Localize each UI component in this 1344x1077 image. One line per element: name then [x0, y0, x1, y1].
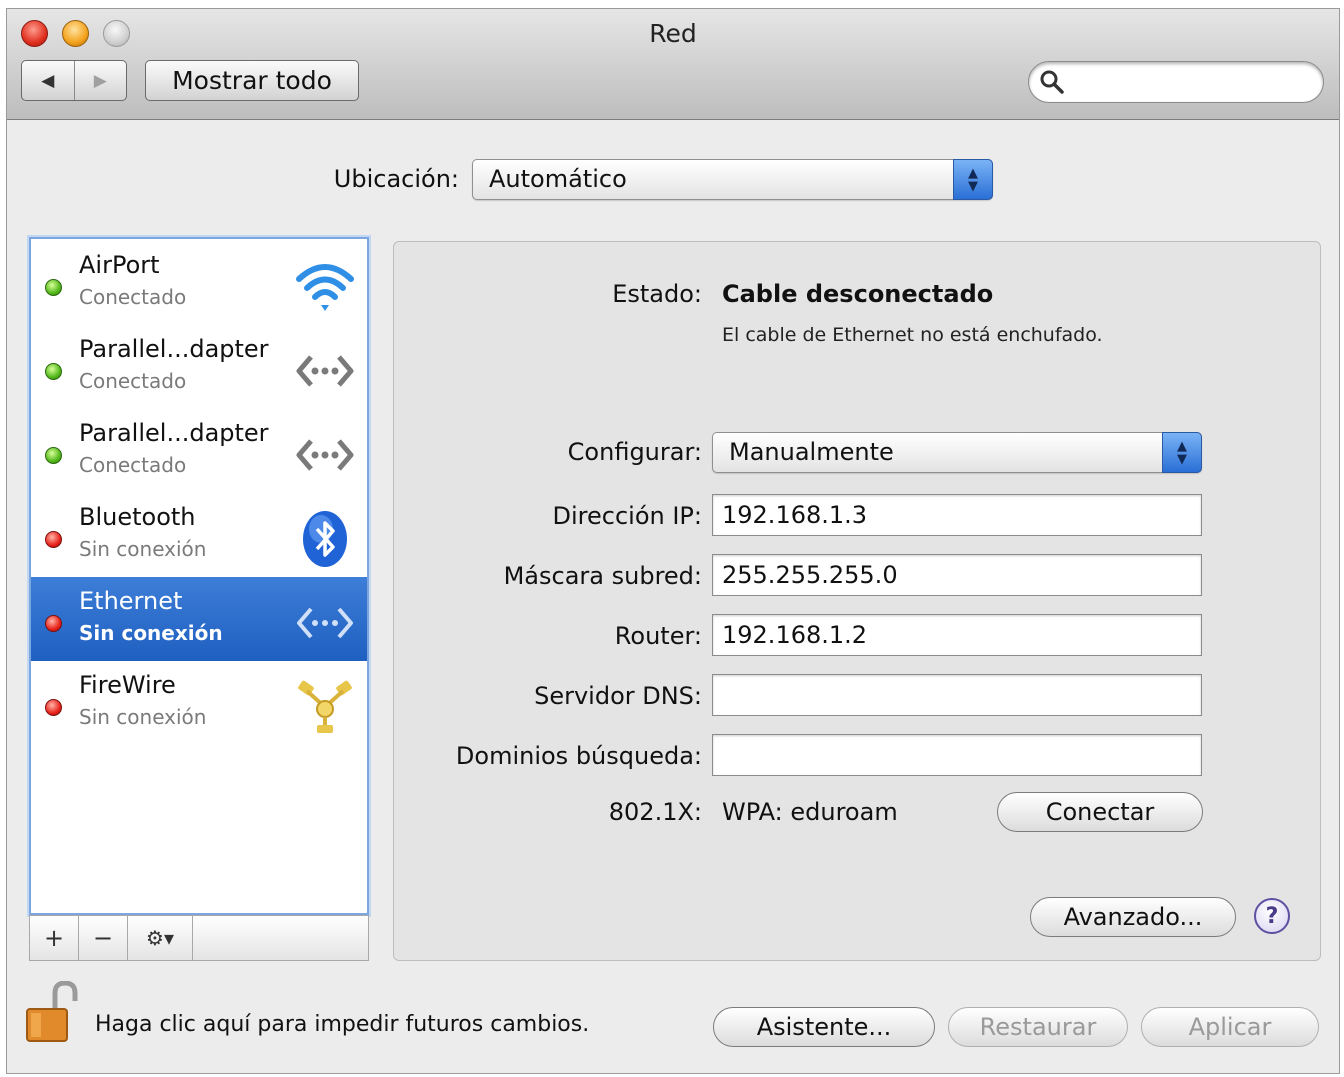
apply-button[interactable]: Aplicar: [1141, 1007, 1319, 1047]
add-service-button[interactable]: +: [30, 916, 79, 960]
service-name: Parallel...dapter: [79, 335, 269, 363]
configure-value: Manualmente: [729, 438, 894, 466]
service-item-airport[interactable]: AirPort Conectado: [31, 241, 367, 325]
search-field[interactable]: [1028, 61, 1324, 103]
network-preferences-window: Red ◀ ▶ Mostrar todo Ubicación: Automáti…: [6, 8, 1340, 1074]
search-icon: [1040, 70, 1064, 94]
service-item-firewire[interactable]: FireWire Sin conexión: [31, 661, 367, 745]
service-name: AirPort: [79, 251, 160, 279]
subnet-mask-label: Máscara subred:: [503, 562, 702, 590]
dot1x-value: WPA: eduroam: [722, 798, 898, 826]
location-value: Automático: [489, 165, 627, 193]
bluetooth-icon: [303, 511, 347, 567]
popup-arrows-icon: ▲ ▼: [1162, 432, 1202, 473]
lock-hint-text: Haga clic aquí para impedir futuros camb…: [95, 1012, 590, 1037]
location-label: Ubicación:: [333, 165, 459, 193]
status-dot-icon: [45, 279, 62, 296]
service-name: Ethernet: [79, 587, 183, 615]
service-item-ethernet[interactable]: Ethernet Sin conexión: [31, 577, 367, 661]
status-dot-icon: [45, 531, 62, 548]
gear-icon: ⚙▾: [146, 926, 174, 950]
lock-icon[interactable]: [25, 981, 81, 1043]
configure-popup[interactable]: Manualmente ▲ ▼: [712, 432, 1202, 473]
status-dot-icon: [45, 699, 62, 716]
back-arrow-icon: ◀: [41, 70, 55, 91]
status-dot-icon: [45, 447, 62, 464]
forward-arrow-icon: ▶: [93, 70, 107, 91]
location-popup[interactable]: Automático ▲ ▼: [472, 159, 993, 200]
subnet-mask-field[interactable]: 255.255.255.0: [712, 554, 1202, 596]
service-name: FireWire: [79, 671, 176, 699]
list-controls: + − ⚙▾: [29, 915, 369, 961]
router-field[interactable]: 192.168.1.2: [712, 614, 1202, 656]
gear-menu-button[interactable]: ⚙▾: [128, 916, 193, 960]
service-status: Sin conexión: [79, 621, 223, 645]
window-title: Red: [649, 19, 697, 48]
service-item-parallels-1[interactable]: Parallel...dapter Conectado: [31, 325, 367, 409]
network-services-list: AirPort Conectado Parallel...dapter Cone…: [29, 237, 369, 915]
dns-server-field[interactable]: [712, 674, 1202, 716]
ip-address-field[interactable]: 192.168.1.3: [712, 494, 1202, 536]
status-description: El cable de Ethernet no está enchufado.: [722, 324, 1103, 346]
router-label: Router:: [614, 622, 702, 650]
status-dot-icon: [45, 615, 62, 632]
service-detail-panel: Estado: Cable desconectado El cable de E…: [393, 241, 1321, 961]
search-domains-label: Dominios búsqueda:: [455, 742, 702, 770]
ethernet-arrows-icon: [297, 607, 353, 639]
wifi-icon: [296, 264, 354, 311]
forward-button[interactable]: ▶: [75, 61, 127, 100]
ethernet-arrows-icon: [296, 355, 354, 387]
service-status: Conectado: [79, 285, 187, 309]
navigation-buttons: ◀ ▶: [21, 60, 127, 101]
revert-button[interactable]: Restaurar: [948, 1007, 1128, 1047]
service-name: Bluetooth: [79, 503, 196, 531]
service-item-parallels-2[interactable]: Parallel...dapter Conectado: [31, 409, 367, 493]
service-status: Conectado: [79, 369, 187, 393]
firewire-icon: [298, 680, 352, 733]
assistant-button[interactable]: Asistente...: [713, 1007, 935, 1047]
popup-arrows-icon: ▲ ▼: [953, 159, 993, 200]
search-input[interactable]: [1069, 68, 1313, 98]
status-value: Cable desconectado: [722, 280, 994, 308]
show-all-button[interactable]: Mostrar todo: [145, 60, 359, 101]
back-button[interactable]: ◀: [22, 61, 75, 100]
connect-button[interactable]: Conectar: [997, 792, 1203, 832]
service-status: Sin conexión: [79, 705, 207, 729]
ethernet-arrows-icon: [296, 439, 354, 471]
help-button[interactable]: ?: [1254, 898, 1290, 934]
remove-service-button[interactable]: −: [79, 916, 128, 960]
search-domains-field[interactable]: [712, 734, 1202, 776]
advanced-button[interactable]: Avanzado...: [1030, 897, 1236, 937]
status-dot-icon: [45, 363, 62, 380]
status-label: Estado:: [612, 280, 702, 308]
configure-label: Configurar:: [567, 438, 702, 466]
service-status: Sin conexión: [79, 537, 207, 561]
service-item-bluetooth[interactable]: Bluetooth Sin conexión: [31, 493, 367, 577]
service-status: Conectado: [79, 453, 187, 477]
dns-server-label: Servidor DNS:: [534, 682, 702, 710]
toolbar: Red ◀ ▶ Mostrar todo: [7, 9, 1339, 120]
service-name: Parallel...dapter: [79, 419, 269, 447]
dot1x-label: 802.1X:: [608, 798, 702, 826]
ip-label: Dirección IP:: [552, 502, 702, 530]
